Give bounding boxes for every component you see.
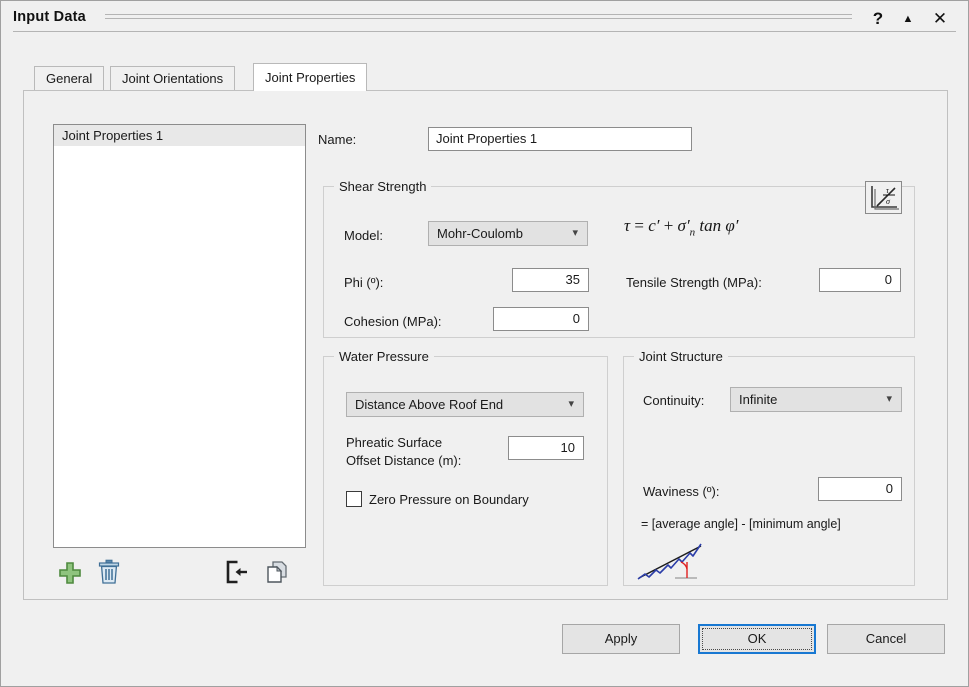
formula-sigma: σ: [677, 216, 686, 235]
delete-icon[interactable]: [97, 559, 121, 585]
apply-button[interactable]: Apply: [562, 624, 680, 654]
waviness-label: Waviness (º):: [643, 484, 720, 499]
tab-joint-properties[interactable]: Joint Properties: [253, 63, 368, 91]
continuity-select-value: Infinite: [739, 392, 778, 407]
formula-phi: φ: [725, 216, 735, 235]
tensile-strength-input[interactable]: 0: [819, 268, 901, 292]
zero-pressure-label: Zero Pressure on Boundary: [369, 492, 529, 507]
help-icon[interactable]: ?: [866, 7, 890, 31]
list-item[interactable]: Joint Properties 1: [54, 125, 305, 146]
input-data-dialog: Input Data ? ▲ ✕ General Joint Orientati…: [0, 0, 969, 687]
shear-strength-title: Shear Strength: [334, 179, 432, 194]
formula-subscript-n: n: [689, 226, 696, 239]
formula-c: c: [648, 216, 656, 235]
formula-prime-1: ′: [655, 216, 660, 235]
close-icon[interactable]: ✕: [928, 7, 952, 31]
joint-properties-list[interactable]: Joint Properties 1: [53, 124, 306, 548]
title-bar: Input Data ? ▲ ✕: [1, 1, 968, 39]
ok-button[interactable]: OK: [698, 624, 816, 654]
tab-general[interactable]: General: [34, 66, 105, 90]
model-select[interactable]: Mohr-Coulomb ▾: [428, 221, 588, 246]
formula-equals: =: [634, 216, 644, 235]
chevron-down-icon: ▾: [568, 398, 574, 410]
title-underline: [13, 31, 956, 32]
waviness-note: = [average angle] - [minimum angle]: [641, 517, 841, 531]
add-icon[interactable]: [58, 561, 82, 585]
title-grip-lines: [105, 14, 852, 22]
svg-text:σ: σ: [886, 197, 891, 206]
tensile-strength-label: Tensile Strength (MPa):: [626, 275, 762, 290]
shear-strength-plot-icon[interactable]: τ σ: [865, 181, 902, 214]
continuity-select[interactable]: Infinite ▾: [730, 387, 902, 412]
waviness-input[interactable]: 0: [818, 477, 902, 501]
shear-strength-formula: τ = c′ + σ′n tan φ′: [624, 216, 739, 238]
formula-tau: τ: [624, 216, 631, 235]
water-pressure-mode-value: Distance Above Roof End: [355, 397, 504, 412]
model-label: Model:: [344, 228, 384, 243]
copy-icon[interactable]: [265, 560, 289, 584]
phreatic-offset-input[interactable]: 10: [508, 436, 584, 460]
phreatic-offset-label: Phreatic Surface Offset Distance (m):: [346, 434, 461, 470]
phi-label: Phi (º):: [344, 275, 384, 290]
chevron-down-icon: ▾: [886, 393, 892, 405]
joint-structure-title: Joint Structure: [634, 349, 728, 364]
window-title: Input Data: [13, 9, 86, 25]
tab-joint-orientations[interactable]: Joint Orientations: [110, 66, 236, 90]
cohesion-label: Cohesion (MPa):: [344, 314, 442, 329]
water-pressure-group: Water Pressure: [323, 349, 608, 586]
water-pressure-title: Water Pressure: [334, 349, 434, 364]
phi-input[interactable]: 35: [512, 268, 589, 292]
continuity-label: Continuity:: [643, 393, 705, 408]
import-icon[interactable]: [225, 560, 249, 584]
model-select-value: Mohr-Coulomb: [437, 226, 523, 241]
collapse-icon[interactable]: ▲: [896, 7, 920, 31]
water-pressure-mode-select[interactable]: Distance Above Roof End ▾: [346, 392, 584, 417]
zero-pressure-checkbox[interactable]: Zero Pressure on Boundary: [346, 491, 529, 511]
waviness-diagram-icon: [635, 538, 711, 584]
name-input[interactable]: Joint Properties 1: [428, 127, 692, 151]
formula-tan: tan: [699, 216, 722, 235]
phreatic-offset-label-line2: Offset Distance (m):: [346, 453, 462, 468]
chevron-down-icon: ▾: [572, 227, 578, 239]
checkbox-box[interactable]: [346, 491, 362, 507]
cohesion-input[interactable]: 0: [493, 307, 589, 331]
formula-plus: +: [663, 216, 674, 235]
formula-prime-3: ′: [734, 216, 739, 235]
phreatic-offset-label-line1: Phreatic Surface: [346, 435, 443, 450]
focus-ring: [702, 628, 812, 650]
cancel-button[interactable]: Cancel: [827, 624, 945, 654]
name-label: Name:: [318, 132, 357, 147]
